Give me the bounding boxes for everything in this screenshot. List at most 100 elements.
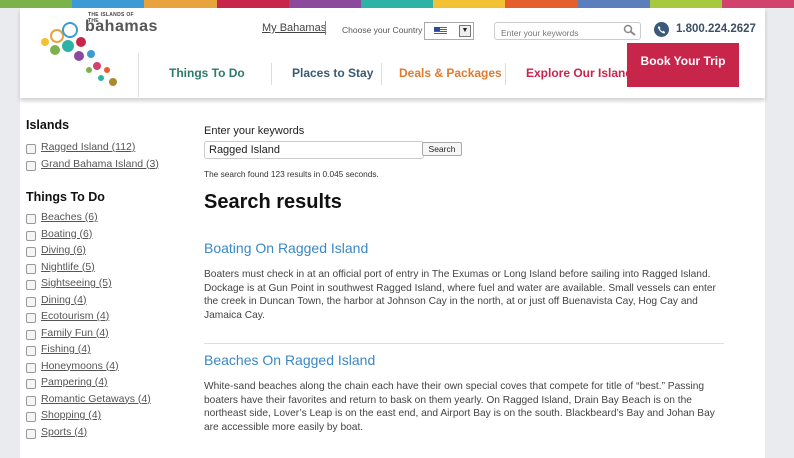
filter-item[interactable]: Nightlife (5) <box>26 259 196 276</box>
filter-link[interactable]: Beaches (6) <box>41 211 98 223</box>
filter-link[interactable]: Nightlife (5) <box>41 261 95 273</box>
filter-checkbox[interactable] <box>26 395 36 406</box>
filter-link[interactable]: Shopping (4) <box>41 409 101 421</box>
filter-item[interactable]: Family Fun (4) <box>26 325 196 342</box>
filter-link[interactable]: Diving (6) <box>41 244 86 256</box>
result-divider <box>204 343 724 344</box>
filter-item[interactable]: Beaches (6) <box>26 209 196 226</box>
nav-things-to-do[interactable]: Things To Do <box>169 53 245 93</box>
filter-item[interactable]: Shopping (4) <box>26 407 196 424</box>
filter-item[interactable]: Ragged Island (112) <box>26 139 196 156</box>
page-title: Search results <box>204 191 342 213</box>
islands-heading: Islands <box>26 118 70 132</box>
header-search <box>494 22 641 40</box>
filter-checkbox[interactable] <box>26 412 36 422</box>
color-strip-segment <box>649 0 722 8</box>
filter-checkbox[interactable] <box>26 230 36 241</box>
filter-item[interactable]: Grand Bahama Island (3) <box>26 156 196 173</box>
filter-checkbox[interactable] <box>26 329 36 340</box>
nav-places-to-stay[interactable]: Places to Stay <box>292 53 373 93</box>
search-button[interactable]: Search <box>422 142 462 156</box>
filter-link[interactable]: Fishing (4) <box>41 343 91 355</box>
filter-item[interactable]: Romantic Getaways (4) <box>26 391 196 408</box>
filter-link[interactable]: Boating (6) <box>41 228 92 240</box>
filter-item[interactable]: Sightseeing (5) <box>26 275 196 292</box>
result-title-link[interactable]: Boating On Ragged Island <box>204 240 724 256</box>
nav-divider <box>505 63 506 85</box>
search-result: Boating On Ragged Island Boaters must ch… <box>204 240 724 322</box>
filter-link[interactable]: Honeymoons (4) <box>41 360 119 372</box>
filter-item[interactable]: Fishing (4) <box>26 341 196 358</box>
color-strip-segment <box>0 0 73 8</box>
filter-checkbox[interactable] <box>26 346 36 356</box>
color-strip-segment <box>144 0 217 8</box>
search-icon[interactable] <box>623 24 637 36</box>
filter-item[interactable]: Ecotourism (4) <box>26 308 196 325</box>
search-result: Beaches On Ragged Island White-sand beac… <box>204 352 724 434</box>
choose-country-label: Choose your Country <box>342 25 423 35</box>
filter-item[interactable]: Diving (6) <box>26 242 196 259</box>
filter-link[interactable]: Sightseeing (5) <box>41 277 112 289</box>
filter-checkbox[interactable] <box>26 280 36 290</box>
color-strip-segment <box>577 0 650 8</box>
chevron-down-icon[interactable]: ▼ <box>459 25 471 37</box>
result-title-link[interactable]: Beaches On Ragged Island <box>204 352 724 368</box>
nav-divider <box>271 63 272 85</box>
main-nav: Things To Do Places to Stay Deals & Pack… <box>138 43 754 97</box>
color-strip-segment <box>721 0 794 8</box>
color-strip-segment <box>360 0 434 8</box>
filter-checkbox[interactable] <box>26 362 36 373</box>
bahamas-logo[interactable]: THE ISLANDS OF THE bahamas <box>35 12 157 94</box>
filter-checkbox[interactable] <box>26 313 36 323</box>
islands-filter-list: Ragged Island (112) Grand Bahama Island (… <box>26 139 196 172</box>
filter-checkbox[interactable] <box>26 296 36 307</box>
color-strip-segment <box>433 0 506 8</box>
country-select[interactable]: ▼ <box>424 22 474 40</box>
keywords-label: Enter your keywords <box>204 125 305 137</box>
utility-divider <box>325 21 326 35</box>
filter-link[interactable]: Sports (4) <box>41 426 87 438</box>
filter-item[interactable]: Honeymoons (4) <box>26 358 196 375</box>
book-your-trip-button[interactable]: Book Your Trip <box>627 43 739 87</box>
filter-link[interactable]: Ragged Island (112) <box>41 141 135 153</box>
things-filter-list: Beaches (6) Boating (6) Diving (6) Nightlif… <box>26 209 196 440</box>
filter-link[interactable]: Family Fun (4) <box>41 327 109 339</box>
filter-link[interactable]: Pampering (4) <box>41 376 108 388</box>
filter-checkbox[interactable] <box>26 160 36 171</box>
filter-link[interactable]: Romantic Getaways (4) <box>41 393 151 405</box>
nav-explore-islands[interactable]: Explore Our Islands <box>526 53 639 93</box>
result-snippet: White-sand beaches along the chain each … <box>204 381 715 433</box>
nav-deals-packages[interactable]: Deals & Packages <box>399 53 502 93</box>
color-strip-segment <box>72 0 145 8</box>
my-bahamas-link[interactable]: My Bahamas <box>262 22 326 44</box>
filter-checkbox[interactable] <box>26 379 36 389</box>
phone-icon <box>654 22 669 37</box>
color-strip <box>0 0 794 8</box>
phone-number[interactable]: 1.800.224.2627 <box>676 23 756 35</box>
things-to-do-heading: Things To Do <box>26 190 105 204</box>
result-snippet: Boaters must check in at an official por… <box>204 269 716 321</box>
filter-item[interactable]: Pampering (4) <box>26 374 196 391</box>
search-input[interactable] <box>204 141 424 159</box>
filter-checkbox[interactable] <box>26 214 36 224</box>
filter-checkbox[interactable] <box>26 144 36 154</box>
filter-checkbox[interactable] <box>26 247 36 257</box>
filter-checkbox[interactable] <box>26 428 36 439</box>
header-search-input[interactable] <box>499 27 623 39</box>
filter-link[interactable]: Ecotourism (4) <box>41 310 109 322</box>
color-strip-segment <box>216 0 289 8</box>
filter-link[interactable]: Grand Bahama Island (3) <box>41 158 159 170</box>
filter-link[interactable]: Dining (4) <box>41 294 87 306</box>
filter-sidebar: Islands Ragged Island (112) Grand Bahama … <box>26 118 196 440</box>
filter-item[interactable]: Dining (4) <box>26 292 196 309</box>
logo-wordmark: bahamas <box>85 18 158 35</box>
filter-item[interactable]: Sports (4) <box>26 424 196 441</box>
color-strip-segment <box>288 0 361 8</box>
us-flag-icon <box>434 27 447 35</box>
filter-checkbox[interactable] <box>26 263 36 274</box>
filter-item[interactable]: Boating (6) <box>26 226 196 243</box>
results-count: The search found 123 results in 0.045 se… <box>204 169 379 179</box>
color-strip-segment <box>505 0 578 8</box>
nav-divider <box>381 63 382 85</box>
site-header: THE ISLANDS OF THE bahamas My Bahamas Ch… <box>20 8 765 98</box>
